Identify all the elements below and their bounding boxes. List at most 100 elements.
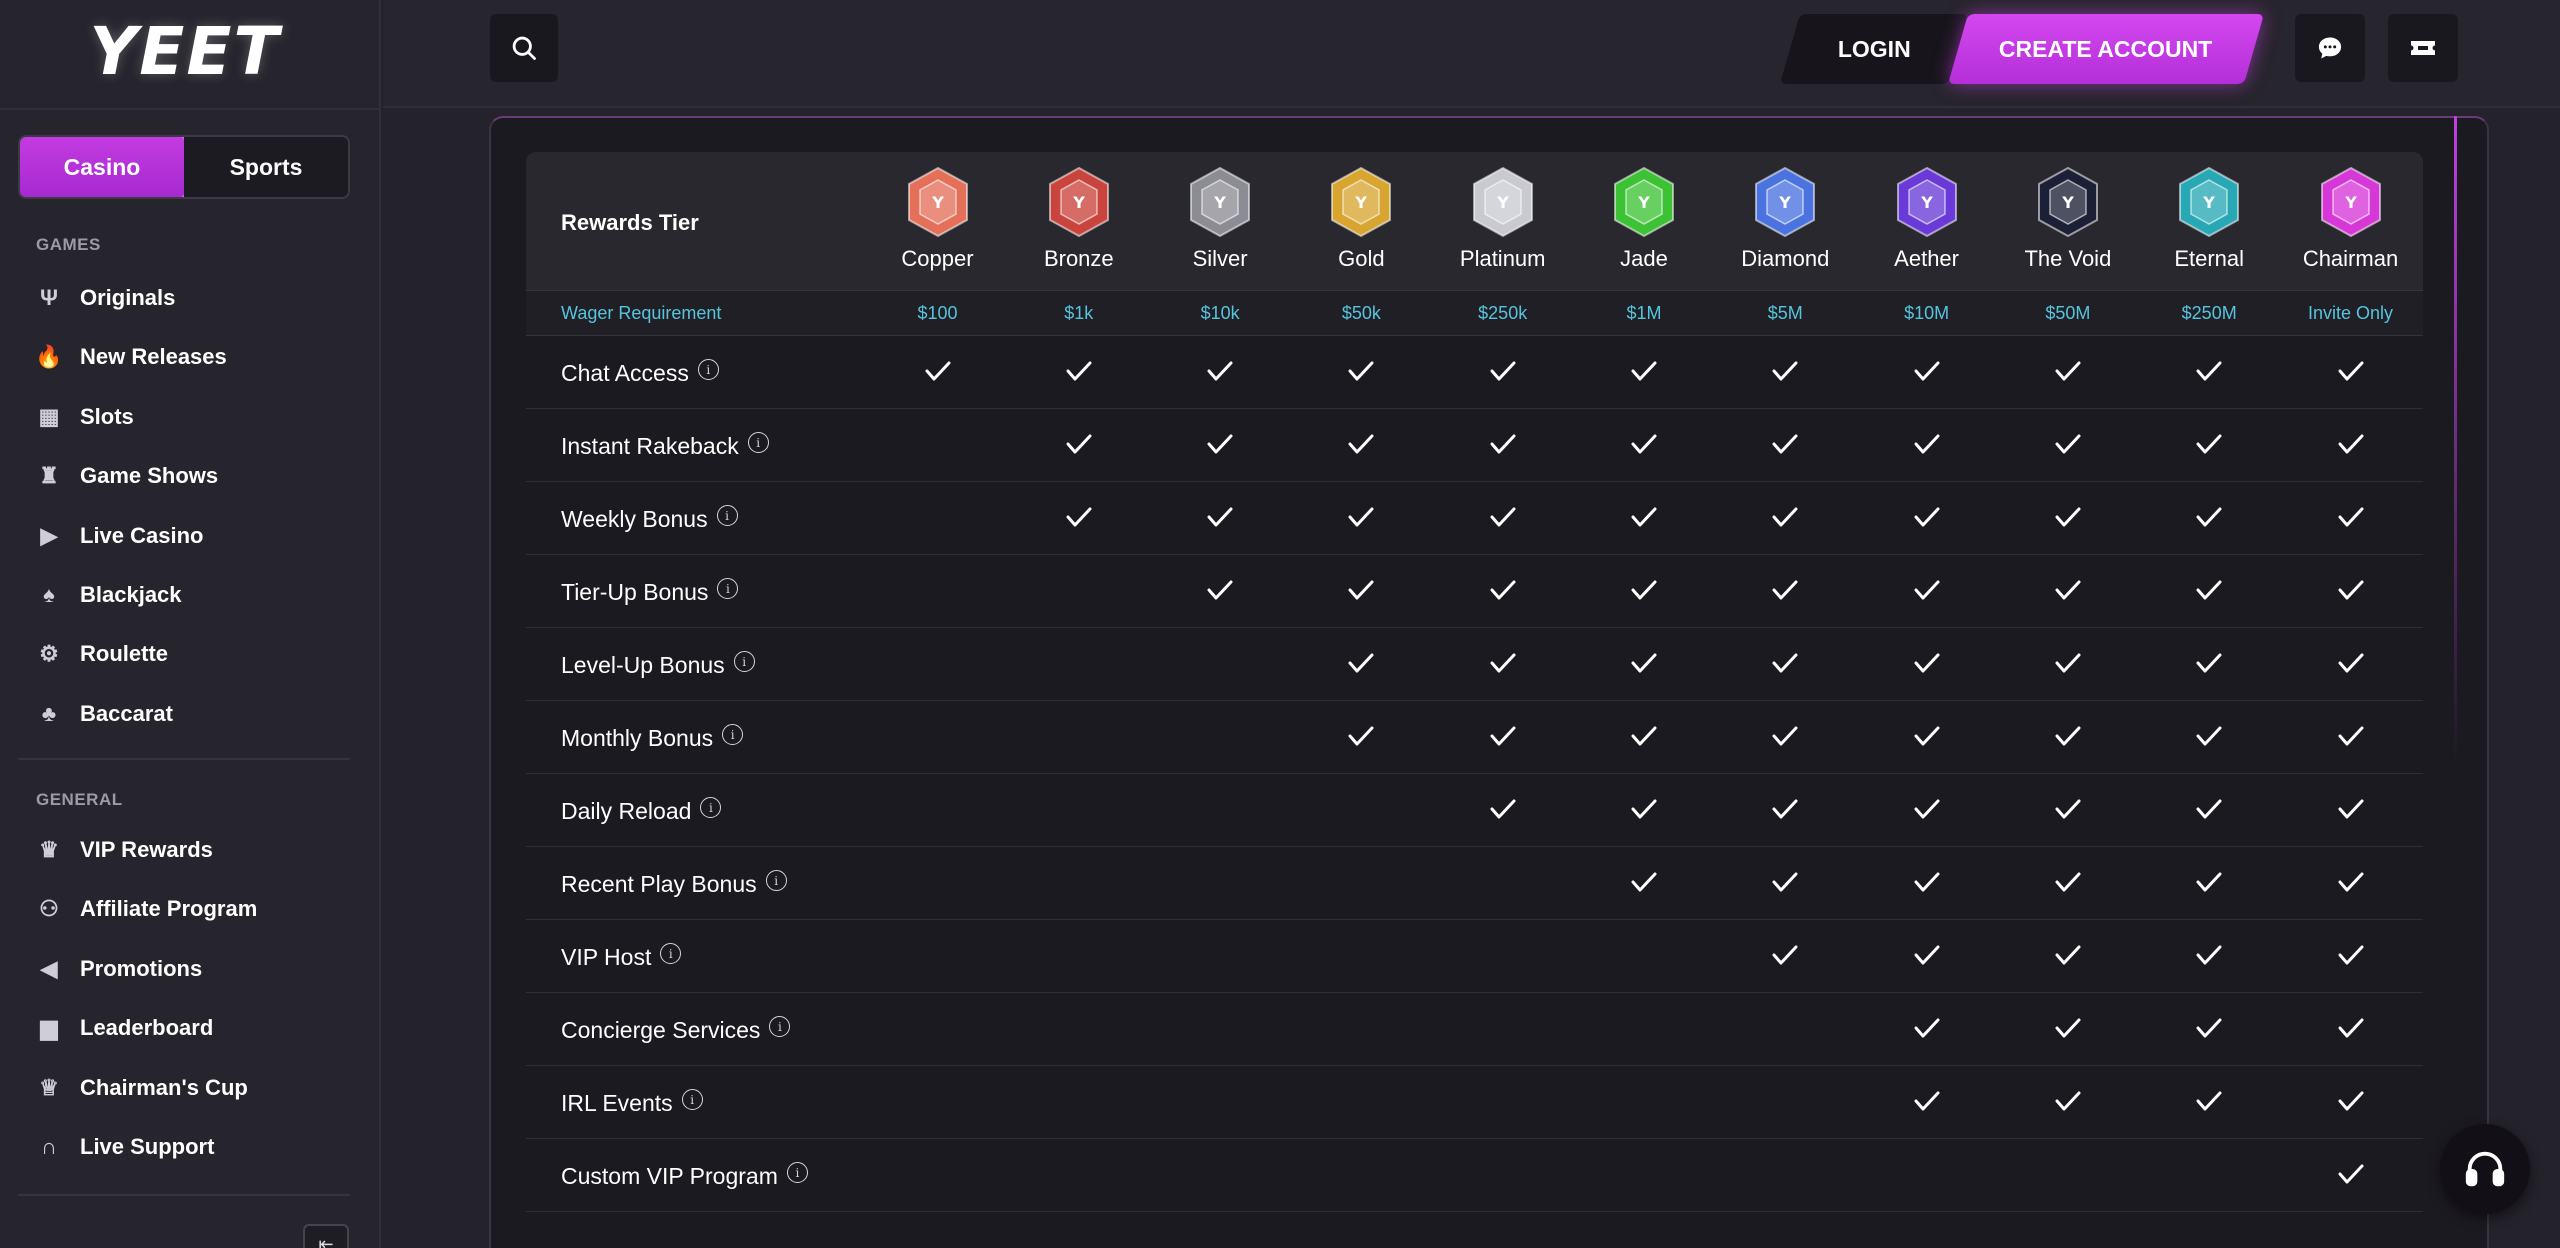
check-icon xyxy=(1997,796,2138,822)
sidebar-item-label: Leaderboard xyxy=(80,1015,214,1041)
tier-silver: Y Silver xyxy=(1150,166,1291,272)
casino-tab[interactable]: Casino xyxy=(20,137,186,197)
tier-badge-icon: Y xyxy=(1190,166,1251,238)
info-icon[interactable]: i xyxy=(733,651,755,672)
search-button[interactable] xyxy=(490,14,558,82)
sidebar-item-slots[interactable]: ▦ Slots xyxy=(36,397,134,437)
collapse-sidebar-button[interactable]: ⇤ xyxy=(303,1224,349,1248)
sidebar-item-promotions[interactable]: ◀ Promotions xyxy=(36,949,203,989)
check-icon xyxy=(1291,358,1432,384)
check-icon xyxy=(1150,431,1291,457)
create-account-button[interactable]: CREATE ACCOUNT xyxy=(1947,14,2265,84)
tier-header-row: Rewards Tier Y Copper Y Bronze Y Silver Y Gold Y… xyxy=(526,152,2423,290)
check-icon xyxy=(1856,723,1997,749)
tier-name: Eternal xyxy=(2174,246,2245,271)
check-icon xyxy=(1150,358,1291,384)
check-icon xyxy=(1432,431,1573,457)
sidebar-item-chairman-s-cup[interactable]: ♕ Chairman's Cup xyxy=(36,1068,248,1108)
check-icon xyxy=(1432,358,1573,384)
sidebar-item-leaderboard[interactable]: ▆ Leaderboard xyxy=(36,1008,214,1048)
info-icon[interactable]: i xyxy=(716,505,738,526)
feature-name: VIP Host xyxy=(561,944,652,970)
info-icon[interactable]: i xyxy=(717,578,739,599)
check-icon xyxy=(1291,650,1432,676)
check-icon xyxy=(2139,1088,2280,1114)
live-support-button[interactable] xyxy=(2440,1124,2530,1214)
info-icon[interactable]: i xyxy=(786,1162,808,1183)
check-icon xyxy=(1715,723,1856,749)
check-icon xyxy=(1574,650,1715,676)
ticket-button[interactable] xyxy=(2388,14,2458,82)
feature-row: Chat Access i xyxy=(526,336,2423,409)
feature-row: VIP Host i xyxy=(526,920,2423,993)
tier-platinum: Y Platinum xyxy=(1432,166,1573,272)
panel-glow xyxy=(2454,116,2457,766)
sidebar-item-roulette[interactable]: ⚙ Roulette xyxy=(36,634,168,674)
check-icon xyxy=(2139,431,2280,457)
roulette-icon: ⚙ xyxy=(39,641,59,667)
wager-value: $50M xyxy=(2045,303,2091,323)
info-icon[interactable]: i xyxy=(697,359,719,380)
create-account-label: CREATE ACCOUNT xyxy=(1999,35,2213,62)
wager-value: $1k xyxy=(1064,303,1094,323)
sidebar-item-game-shows[interactable]: ♜ Game Shows xyxy=(36,456,218,496)
sidebar-item-baccarat[interactable]: ♣ Baccarat xyxy=(36,694,173,734)
wager-requirement-row: Wager Requirement $100 $1k $10k $50k $250k $1… xyxy=(526,290,2423,336)
sidebar-item-live-support[interactable]: ∩ Live Support xyxy=(36,1127,214,1167)
yeet-logo[interactable]: YEET xyxy=(70,13,300,90)
check-icon xyxy=(1008,504,1149,530)
check-icon xyxy=(2280,577,2421,603)
tier-eternal: Y Eternal xyxy=(2139,166,2280,272)
check-icon xyxy=(2280,869,2421,895)
info-icon[interactable]: i xyxy=(681,1089,703,1110)
check-icon xyxy=(2280,1088,2421,1114)
sidebar-item-blackjack[interactable]: ♠ Blackjack xyxy=(36,575,182,615)
baccarat-icon: ♣ xyxy=(41,700,57,726)
tier-badge-icon: Y xyxy=(1472,166,1533,238)
sidebar-item-vip-rewards[interactable]: ♛ VIP Rewards xyxy=(36,830,213,870)
collapse-icon: ⇤ xyxy=(318,1233,334,1248)
sidebar-item-label: Promotions xyxy=(80,955,203,981)
check-icon xyxy=(2280,431,2421,457)
sidebar-item-affiliate-program[interactable]: ⚇ Affiliate Program xyxy=(36,889,257,929)
info-icon[interactable]: i xyxy=(700,797,722,818)
originals-icon: Ψ xyxy=(40,285,58,310)
sidebar-item-originals[interactable]: Ψ Originals xyxy=(36,278,175,318)
sports-tab[interactable]: Sports xyxy=(184,137,348,197)
info-icon[interactable]: i xyxy=(660,943,682,964)
check-icon xyxy=(2139,942,2280,968)
sidebar-item-live-casino[interactable]: ▶ Live Casino xyxy=(36,516,204,556)
check-icon xyxy=(1856,504,1997,530)
trophy-icon: ♕ xyxy=(39,1074,59,1100)
wager-value: $1M xyxy=(1626,303,1662,323)
feature-label: Instant Rakeback i xyxy=(561,432,769,460)
info-icon[interactable]: i xyxy=(747,432,769,453)
sidebar-item-label: Live Support xyxy=(80,1134,215,1159)
feature-label: Monthly Bonus i xyxy=(561,724,744,752)
check-icon xyxy=(1291,431,1432,457)
feature-row: Instant Rakeback i xyxy=(526,409,2423,482)
check-icon xyxy=(1856,942,1997,968)
check-icon xyxy=(1715,869,1856,895)
info-icon[interactable]: i xyxy=(769,1016,791,1037)
sidebar-item-new-releases[interactable]: 🔥 New Releases xyxy=(35,337,226,377)
feature-label: Weekly Bonus i xyxy=(561,505,738,533)
feature-name: Tier-Up Bonus xyxy=(561,579,709,605)
svg-text:Y: Y xyxy=(1920,193,1933,212)
info-icon[interactable]: i xyxy=(765,870,787,891)
check-icon xyxy=(1997,1088,2138,1114)
affiliate-icon: ⚇ xyxy=(39,896,59,922)
login-label: LOGIN xyxy=(1837,35,1911,62)
feature-name: Level-Up Bonus xyxy=(561,652,725,678)
login-button[interactable]: LOGIN xyxy=(1779,14,1969,84)
sidebar-item-label: Chairman's Cup xyxy=(80,1074,248,1100)
check-icon xyxy=(2139,504,2280,530)
feature-row: Recent Play Bonus i xyxy=(526,847,2423,920)
info-icon[interactable]: i xyxy=(722,724,744,745)
check-icon xyxy=(1574,431,1715,457)
chat-button[interactable] xyxy=(2295,14,2365,82)
svg-text:Y: Y xyxy=(2202,193,2215,212)
check-icon xyxy=(1997,942,2138,968)
sidebar-item-label: Blackjack xyxy=(80,582,182,607)
check-icon xyxy=(1574,723,1715,749)
